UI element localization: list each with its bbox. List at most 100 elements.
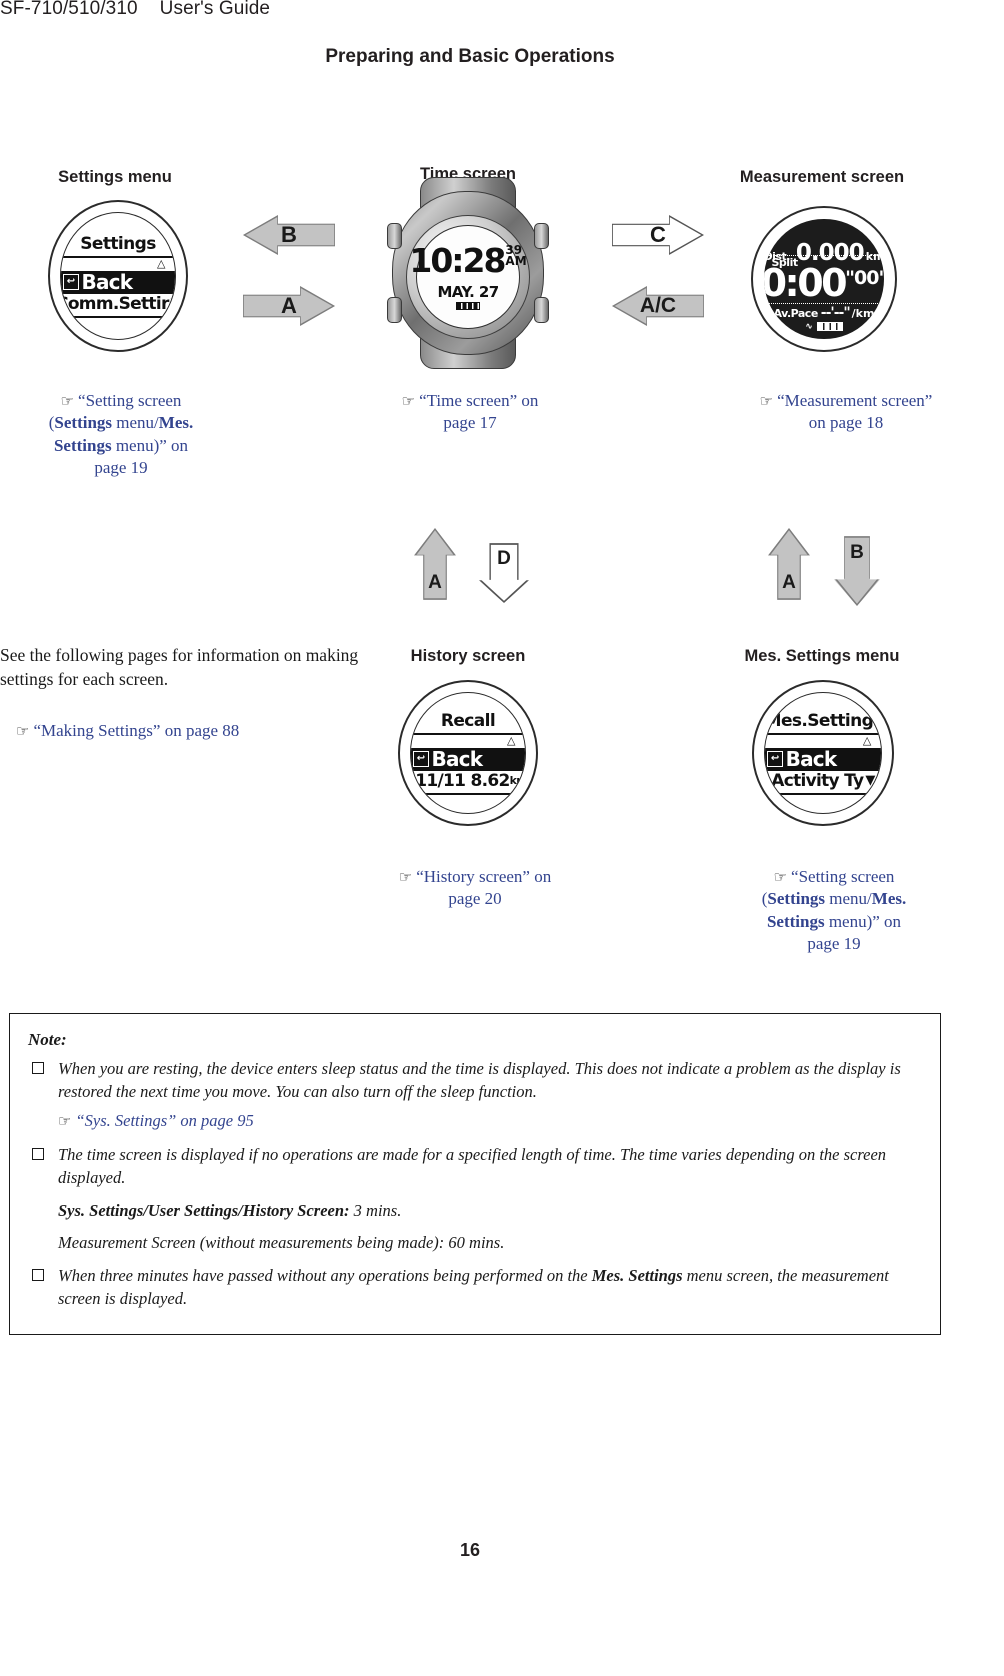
history-caption: ☞ “History screen” on page 20 — [350, 866, 600, 911]
watch-button-top-right[interactable] — [534, 223, 549, 249]
note-heading: Note: — [28, 1030, 67, 1049]
settings-link-bold3: Settings — [53, 435, 112, 455]
time-date: MAY. 27 — [437, 283, 499, 301]
arrow-a-up-right-label: A — [782, 572, 796, 593]
note-sys-settings-link-text: “Sys. Settings” on page 95 — [75, 1110, 254, 1130]
settings-lcd-title: Settings — [80, 233, 156, 254]
mes-link-line3[interactable]: Settings menu)” on — [712, 911, 956, 933]
note-item-2-sub2: Measurement Screen (without measurements… — [58, 1233, 505, 1253]
avpace-label: Av.Pace — [773, 307, 819, 321]
hand-pointer-icon-mes-link: ☞ — [773, 868, 788, 886]
settings-link-mid: menu/ — [112, 413, 159, 433]
history-row-record-unit: km — [509, 774, 526, 788]
header-model: SF-710/510/310 — [0, 0, 138, 19]
avpace-unit: /km — [851, 307, 875, 321]
hand-pointer-icon-history: ☞ — [398, 868, 413, 886]
caret-down-icon: ▼ — [171, 296, 176, 311]
time-link-line2[interactable]: page 17 — [350, 412, 590, 434]
watch-button-bottom-right[interactable] — [534, 297, 549, 323]
settings-link-line3[interactable]: Settings menu)” on — [6, 435, 236, 457]
battery-icon-measurement — [816, 322, 843, 332]
hand-pointer-icon: ☞ — [60, 392, 75, 410]
note-item-2-sub1: Sys. Settings/User Settings/History Scre… — [58, 1199, 922, 1222]
back-arrow-icon: ↩ — [62, 274, 79, 291]
mes-link-line4[interactable]: page 19 — [712, 933, 956, 955]
note-bullet-icon-2 — [32, 1147, 44, 1160]
time-screen-watch: 10:28 39 AM MAY. 27 — [386, 177, 550, 369]
mes-settings-watch: Mes.Settings △ ↩ Back Activity Ty ▼ — [752, 680, 894, 826]
history-link-line2[interactable]: page 20 — [350, 888, 600, 910]
arrow-a-right-label: A — [281, 293, 297, 318]
mes-row-activity-label: Activity Ty — [771, 770, 864, 791]
settings-row-comm[interactable]: Comm.Settir ▼ — [61, 294, 176, 314]
arrow-ac-left-label: A/C — [639, 294, 677, 317]
back-arrow-icon-history: ↩ — [412, 751, 429, 768]
time-screen-lcd: 10:28 39 AM MAY. 27 — [409, 225, 527, 329]
arrow-d-down-middle-label: D — [497, 548, 511, 569]
measurement-avpace-row: Av.Pace --'--" /km — [764, 305, 883, 321]
measurement-split-row: 0:00 "00" — [764, 260, 884, 305]
settings-link-post: menu)” on — [111, 435, 189, 455]
history-row-back[interactable]: ↩ Back — [410, 747, 526, 772]
split-seconds: "00" — [845, 266, 884, 289]
history-row-back-label: Back — [431, 747, 483, 772]
watch-button-bottom-left[interactable] — [387, 297, 402, 323]
settings-menu-lcd: Settings △ ↩ Back Comm.Settir ▼ — [59, 212, 177, 340]
mes-row-activity[interactable]: Activity Ty ▼ — [765, 771, 882, 791]
arrow-a-up-middle-label: A — [428, 572, 442, 593]
page-header: SF-710/510/310 User's Guide — [0, 0, 270, 20]
time-link-line1[interactable]: ☞ “Time screen” on — [350, 390, 590, 412]
history-row-record-label: 11/11 8.62 — [415, 770, 510, 791]
settings-link-line1[interactable]: ☞ “Setting screen — [6, 390, 236, 412]
settings-link-line4[interactable]: page 19 — [6, 457, 236, 479]
mes-link-bold2: Mes. — [871, 889, 907, 909]
history-link-line1[interactable]: ☞ “History screen” on — [350, 866, 600, 888]
measurement-screen-title: Measurement screen — [739, 168, 905, 186]
caret-up-icon-history: △ — [507, 733, 516, 747]
arrow-d-down-middle: D — [478, 543, 530, 603]
note-item-1: When you are resting, the device enters … — [28, 1057, 922, 1104]
settings-caption: ☞ “Setting screen (Settings menu/Mes. Set… — [6, 390, 236, 480]
watch-button-top-left[interactable] — [387, 223, 402, 249]
caret-up-icon: △ — [157, 256, 166, 270]
history-row-record[interactable]: 🚶 11/11 8.62 km ▼ — [411, 771, 526, 791]
note-item-3-bold: Mes. Settings — [591, 1265, 683, 1285]
mes-row-back-label: Back — [785, 747, 837, 772]
mes-link-line2[interactable]: (Settings menu/Mes. — [712, 888, 956, 910]
signal-icon: ∿ — [805, 321, 813, 332]
arrow-ac-left: A/C — [612, 286, 704, 326]
note-bullet-icon-3 — [32, 1268, 44, 1281]
mes-lcd-title: Mes.Settings — [764, 710, 883, 731]
measurement-link-line2[interactable]: on page 18 — [696, 412, 996, 434]
note-sys-settings-link[interactable]: ☞ “Sys. Settings” on page 95 — [58, 1111, 922, 1131]
measurement-link-line1[interactable]: ☞ “Measurement screen” — [696, 390, 996, 412]
hand-pointer-icon-meas: ☞ — [759, 392, 774, 410]
note-sub1-rest: 3 mins. — [349, 1200, 402, 1220]
measurement-caption: ☞ “Measurement screen” on page 18 — [696, 390, 996, 435]
battery-icon — [456, 302, 480, 310]
mes-settings-caption: ☞ “Setting screen (Settings menu/Mes. Set… — [712, 866, 956, 956]
arrow-a-up-right: A — [768, 528, 810, 600]
note-sub1-bold: Sys. Settings/User Settings/History Scre… — [58, 1200, 350, 1220]
chapter-title: Preparing and Basic Operations — [325, 46, 615, 67]
mes-lcd-rule-bottom — [764, 792, 882, 795]
arrow-a-up-middle: A — [414, 528, 456, 600]
measurement-lcd: Dist. 0.000 km Split 0:00 "00" Av.Pace -… — [764, 219, 884, 339]
time-value: 10:28 — [409, 241, 506, 280]
history-link-text1: “History screen” on — [416, 867, 552, 886]
runner-icon: 🚶 — [411, 773, 414, 788]
settings-menu-title: Settings menu — [58, 168, 172, 186]
mes-link-line1[interactable]: ☞ “Setting screen — [712, 866, 956, 888]
making-settings-link[interactable]: ☞ “Making Settings” on page 88 — [16, 718, 416, 742]
settings-menu-watch: Settings △ ↩ Back Comm.Settir ▼ — [48, 200, 188, 352]
arrow-b-down-right: B — [834, 536, 880, 606]
mes-row-back[interactable]: ↩ Back — [764, 747, 882, 772]
split-time: 0:00 — [764, 260, 847, 305]
note-item-2: The time screen is displayed if no opera… — [28, 1143, 922, 1190]
mes-link-text1: “Setting screen — [791, 867, 895, 886]
measurement-link-text1: “Measurement screen” — [777, 391, 933, 410]
settings-link-line2[interactable]: (Settings menu/Mes. — [6, 412, 236, 434]
settings-row-back[interactable]: ↩ Back — [60, 270, 176, 294]
page-number: 16 — [459, 1540, 481, 1560]
settings-lcd-rule-bottom — [60, 315, 176, 318]
